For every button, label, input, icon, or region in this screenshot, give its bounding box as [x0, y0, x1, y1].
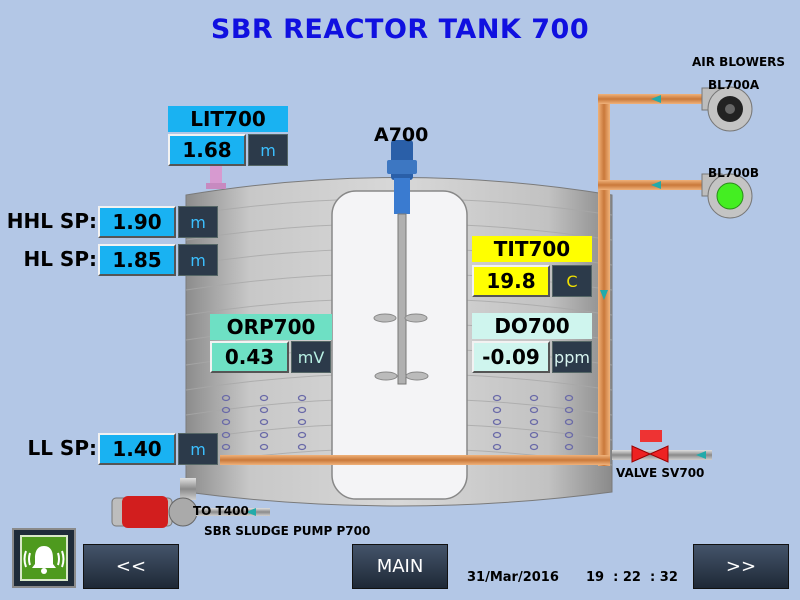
do-tag: DO700: [472, 313, 592, 339]
orp-value: 0.43: [210, 341, 289, 373]
main-menu-button[interactable]: MAIN: [352, 544, 448, 589]
orp-unit: mV: [291, 341, 331, 373]
time-hour: 19: [586, 570, 605, 585]
blower-bl700b: [701, 173, 753, 219]
process-graphic: [111, 86, 753, 528]
alarm-button[interactable]: [12, 528, 76, 588]
blower-a-label: BL700A: [708, 78, 760, 92]
hhl-sp-label: HHL SP:: [6, 209, 97, 233]
temperature-unit: C: [552, 265, 592, 297]
pump-label: SBR SLUDGE PUMP P700: [204, 524, 371, 538]
air-blowers-label: AIR BLOWERS: [692, 55, 786, 69]
valve-label: VALVE SV700: [616, 466, 705, 480]
hl-sp-label: HL SP:: [23, 247, 97, 271]
prev-page-button[interactable]: <<: [83, 544, 179, 589]
do-unit: ppm: [552, 341, 592, 373]
ll-sp-unit: m: [178, 433, 218, 465]
ll-sp-value[interactable]: 1.40: [98, 433, 176, 465]
pump-destination-label: TO T400: [193, 504, 249, 518]
hhl-sp-unit: m: [178, 206, 218, 238]
level-unit: m: [248, 134, 288, 166]
orp-tag: ORP700: [210, 314, 332, 340]
time-second: 32: [659, 570, 678, 585]
next-page-button[interactable]: >>: [693, 544, 789, 589]
blower-b-label: BL700B: [708, 166, 759, 180]
level-tag: LIT700: [168, 106, 288, 132]
hhl-sp-value[interactable]: 1.90: [98, 206, 176, 238]
current-time: 19 : 22 : 32: [586, 570, 678, 585]
hl-sp-value[interactable]: 1.85: [98, 244, 176, 276]
valve-sv700: [612, 430, 712, 463]
hl-sp-unit: m: [178, 244, 218, 276]
temperature-tag: TIT700: [472, 236, 592, 262]
alarm-bell-icon: [20, 535, 68, 581]
ll-sp-label: LL SP:: [27, 436, 97, 460]
time-minute: 22: [622, 570, 641, 585]
temperature-value: 19.8: [472, 265, 550, 297]
current-date: 31/Mar/2016: [467, 570, 559, 585]
do-value: -0.09: [472, 341, 550, 373]
blower-bl700a: [701, 86, 753, 132]
agitator-label: A700: [374, 124, 429, 146]
level-value: 1.68: [168, 134, 246, 166]
level-transmitter: [206, 165, 226, 189]
